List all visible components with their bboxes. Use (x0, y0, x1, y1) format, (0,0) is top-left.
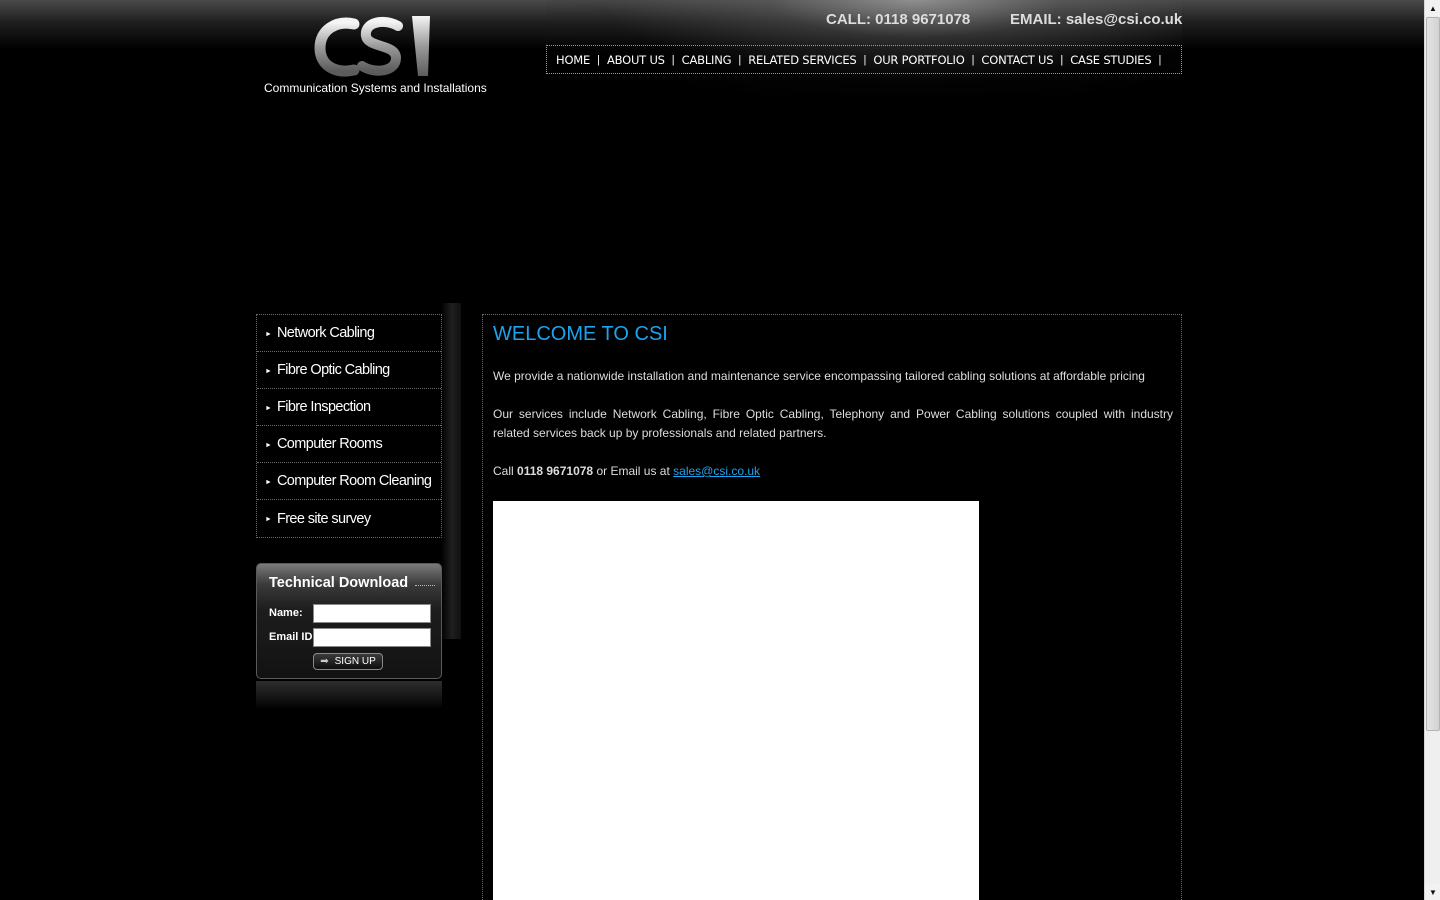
sidebar-item-network-cabling[interactable]: ► Network Cabling (257, 315, 441, 352)
site-logo[interactable]: Communication Systems and Installations (258, 8, 492, 98)
nav-about-us[interactable]: ABOUT US (607, 53, 665, 67)
title-dotted-rule (415, 585, 435, 586)
header-phone: CALL: 0118 9671078 (826, 11, 971, 28)
sidebar-item-label: Fibre Optic Cabling (276, 362, 390, 378)
sign-up-label: SIGN UP (334, 656, 376, 667)
arrow-bullet-icon: ► (265, 330, 272, 338)
sidebar-item-label: Free site survey (276, 510, 371, 527)
technical-download-title: Technical Download (269, 575, 409, 591)
sidebar-item-label: Computer Rooms (276, 436, 383, 452)
intro-paragraph: We provide a nationwide installation and… (493, 369, 1145, 383)
email-id-input[interactable] (313, 628, 431, 647)
name-label: Name: (269, 607, 303, 619)
csi-logo-icon (314, 16, 430, 77)
services-menu: ► Network Cabling ► Fibre Optic Cabling … (256, 314, 442, 538)
sidebar-item-fibre-optic-cabling[interactable]: ► Fibre Optic Cabling (257, 352, 441, 389)
header-email: EMAIL: sales@csi.co.uk (1010, 11, 1183, 28)
vertical-scrollbar[interactable]: ▲ ▼ (1424, 0, 1440, 900)
arrow-bullet-icon: ► (265, 516, 272, 523)
nav-separator: | (1060, 53, 1064, 66)
nav-separator: | (1158, 53, 1162, 66)
sidebar-item-free-site-survey[interactable]: ► Free site survey (257, 500, 441, 537)
scroll-up-icon[interactable]: ▲ (1425, 0, 1440, 16)
nav-related-services[interactable]: RELATED SERVICES (748, 53, 856, 67)
contact-paragraph: Call 0118 9671078 or Email us at sales@c… (493, 462, 1173, 481)
media-placeholder (493, 501, 979, 900)
nav-separator: | (863, 53, 867, 66)
call-number: 0118 9671078 (517, 464, 594, 478)
nav-cabling[interactable]: CABLING (682, 53, 732, 67)
sidebar-item-label: Network Cabling (276, 325, 375, 341)
nav-home[interactable]: HOME (556, 53, 590, 67)
logo-tagline: Communication Systems and Installations (264, 81, 487, 95)
call-middle: or Email us at (593, 464, 674, 478)
main-content: WELCOME TO CSI We provide a nationwide i… (482, 314, 1182, 900)
page-title: WELCOME TO CSI (493, 323, 668, 345)
sidebar-item-label: Computer Room Cleaning (276, 473, 432, 489)
sign-up-button[interactable]: ➡ SIGN UP (313, 653, 383, 670)
sidebar-item-fibre-inspection[interactable]: ► Fibre Inspection (257, 389, 441, 426)
sidebar-item-label: Fibre Inspection (276, 399, 371, 415)
nav-separator: | (597, 53, 600, 66)
sidebar-item-computer-room-cleaning[interactable]: ► Computer Room Cleaning (257, 463, 441, 500)
arrow-bullet-icon: ► (265, 478, 272, 486)
name-input[interactable] (313, 604, 431, 623)
sidebar-shadow (441, 303, 461, 639)
arrow-bullet-icon: ► (265, 367, 272, 375)
nav-separator: | (671, 53, 675, 66)
panel-reflection (256, 681, 442, 709)
nav-case-studies[interactable]: CASE STUDIES (1070, 53, 1151, 67)
email-link[interactable]: sales@csi.co.uk (673, 464, 760, 478)
nav-separator: | (971, 53, 975, 66)
scroll-down-icon[interactable]: ▼ (1425, 884, 1440, 900)
top-navigation: HOME | ABOUT US | CABLING | RELATED SERV… (546, 45, 1182, 74)
technical-download-panel: Technical Download Name: Email ID: ➡ SIG… (256, 563, 442, 679)
email-id-label: Email ID: (269, 631, 317, 643)
call-prefix: Call (493, 464, 518, 478)
arrow-bullet-icon: ► (265, 404, 272, 412)
scrollbar-thumb[interactable] (1426, 17, 1440, 731)
sidebar-item-computer-rooms[interactable]: ► Computer Rooms (257, 426, 441, 463)
nav-our-portfolio[interactable]: OUR PORTFOLIO (873, 53, 964, 67)
nav-contact-us[interactable]: CONTACT US (981, 53, 1053, 67)
arrow-right-icon: ➡ (320, 656, 329, 667)
services-paragraph: Our services include Network Cabling, Fi… (493, 407, 1173, 440)
nav-separator: | (738, 53, 742, 66)
arrow-bullet-icon: ► (265, 441, 272, 449)
